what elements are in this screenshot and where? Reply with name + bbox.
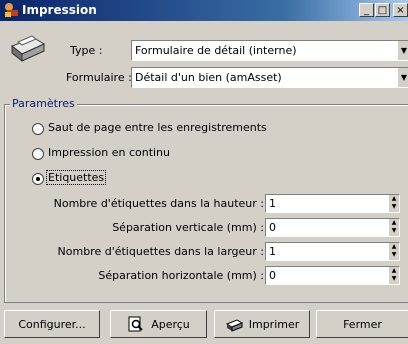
saut-de-page-label[interactable]: Saut de page entre les enregistrements xyxy=(48,121,267,134)
spin-arrows-icon[interactable]: ▲ ▼ xyxy=(389,195,399,212)
formulaire-label: Formulaire : xyxy=(66,71,132,84)
fermer-button[interactable]: Fermer xyxy=(316,310,408,338)
saut-de-page-radio[interactable] xyxy=(32,123,44,135)
etiquettes-radio[interactable] xyxy=(32,173,44,185)
etiquettes-label[interactable]: Etiquettes xyxy=(45,170,107,185)
printer-icon xyxy=(10,35,46,63)
spin-arrows-icon[interactable]: ▲ ▼ xyxy=(389,219,399,236)
close-button[interactable]: × xyxy=(393,3,408,17)
parametres-title: Paramètres xyxy=(10,97,77,110)
hauteur-label: Nombre d'étiquettes dans la hauteur : xyxy=(53,197,264,210)
spin-arrows-icon[interactable]: ▲ ▼ xyxy=(389,267,399,284)
apercu-button[interactable]: Aperçu xyxy=(110,310,207,338)
preview-icon xyxy=(128,316,143,332)
impression-continu-radio[interactable] xyxy=(32,148,44,160)
maximize-button[interactable]: □ xyxy=(375,3,390,17)
separation-horizontale-value: 0 xyxy=(269,269,276,282)
largeur-value: 1 xyxy=(269,245,276,258)
spin-arrows-icon[interactable]: ▲ ▼ xyxy=(389,243,399,260)
configurer-button[interactable]: Configurer... xyxy=(4,310,100,338)
chevron-down-icon[interactable]: ▼ xyxy=(398,41,408,60)
impression-continu-label[interactable]: Impression en continu xyxy=(48,146,170,159)
minimize-button[interactable]: _ xyxy=(359,3,374,17)
hauteur-spin[interactable]: 1 ▲ ▼ xyxy=(265,194,400,213)
imprimer-label: Imprimer xyxy=(248,317,300,331)
formulaire-select-value: Détail d'un bien (amAsset) xyxy=(135,71,282,84)
imprimer-button[interactable]: Imprimer xyxy=(214,310,310,338)
separation-verticale-value: 0 xyxy=(269,221,276,234)
separation-verticale-spin[interactable]: 0 ▲ ▼ xyxy=(265,218,400,237)
type-select[interactable]: Formulaire de détail (interne) ▼ xyxy=(131,40,408,61)
formulaire-select[interactable]: Détail d'un bien (amAsset) ▼ xyxy=(131,67,408,88)
fermer-label: Fermer xyxy=(343,317,382,331)
configurer-label: Configurer... xyxy=(18,317,86,331)
window-title: Impression xyxy=(22,3,97,17)
separation-horizontale-spin[interactable]: 0 ▲ ▼ xyxy=(265,266,400,285)
printer-icon xyxy=(225,319,243,332)
app-icon xyxy=(5,3,18,17)
largeur-label: Nombre d'étiquettes dans la largeur : xyxy=(57,245,264,258)
type-select-value: Formulaire de détail (interne) xyxy=(135,44,297,57)
separation-verticale-label: Séparation verticale (mm) : xyxy=(112,221,264,234)
chevron-down-icon[interactable]: ▼ xyxy=(398,68,408,87)
separation-horizontale-label: Séparation horizontale (mm) : xyxy=(98,269,264,282)
title-bar: Impression _ □ × xyxy=(0,0,408,21)
largeur-spin[interactable]: 1 ▲ ▼ xyxy=(265,242,400,261)
apercu-label: Aperçu xyxy=(151,317,190,331)
type-label: Type : xyxy=(70,44,103,57)
hauteur-value: 1 xyxy=(269,197,276,210)
